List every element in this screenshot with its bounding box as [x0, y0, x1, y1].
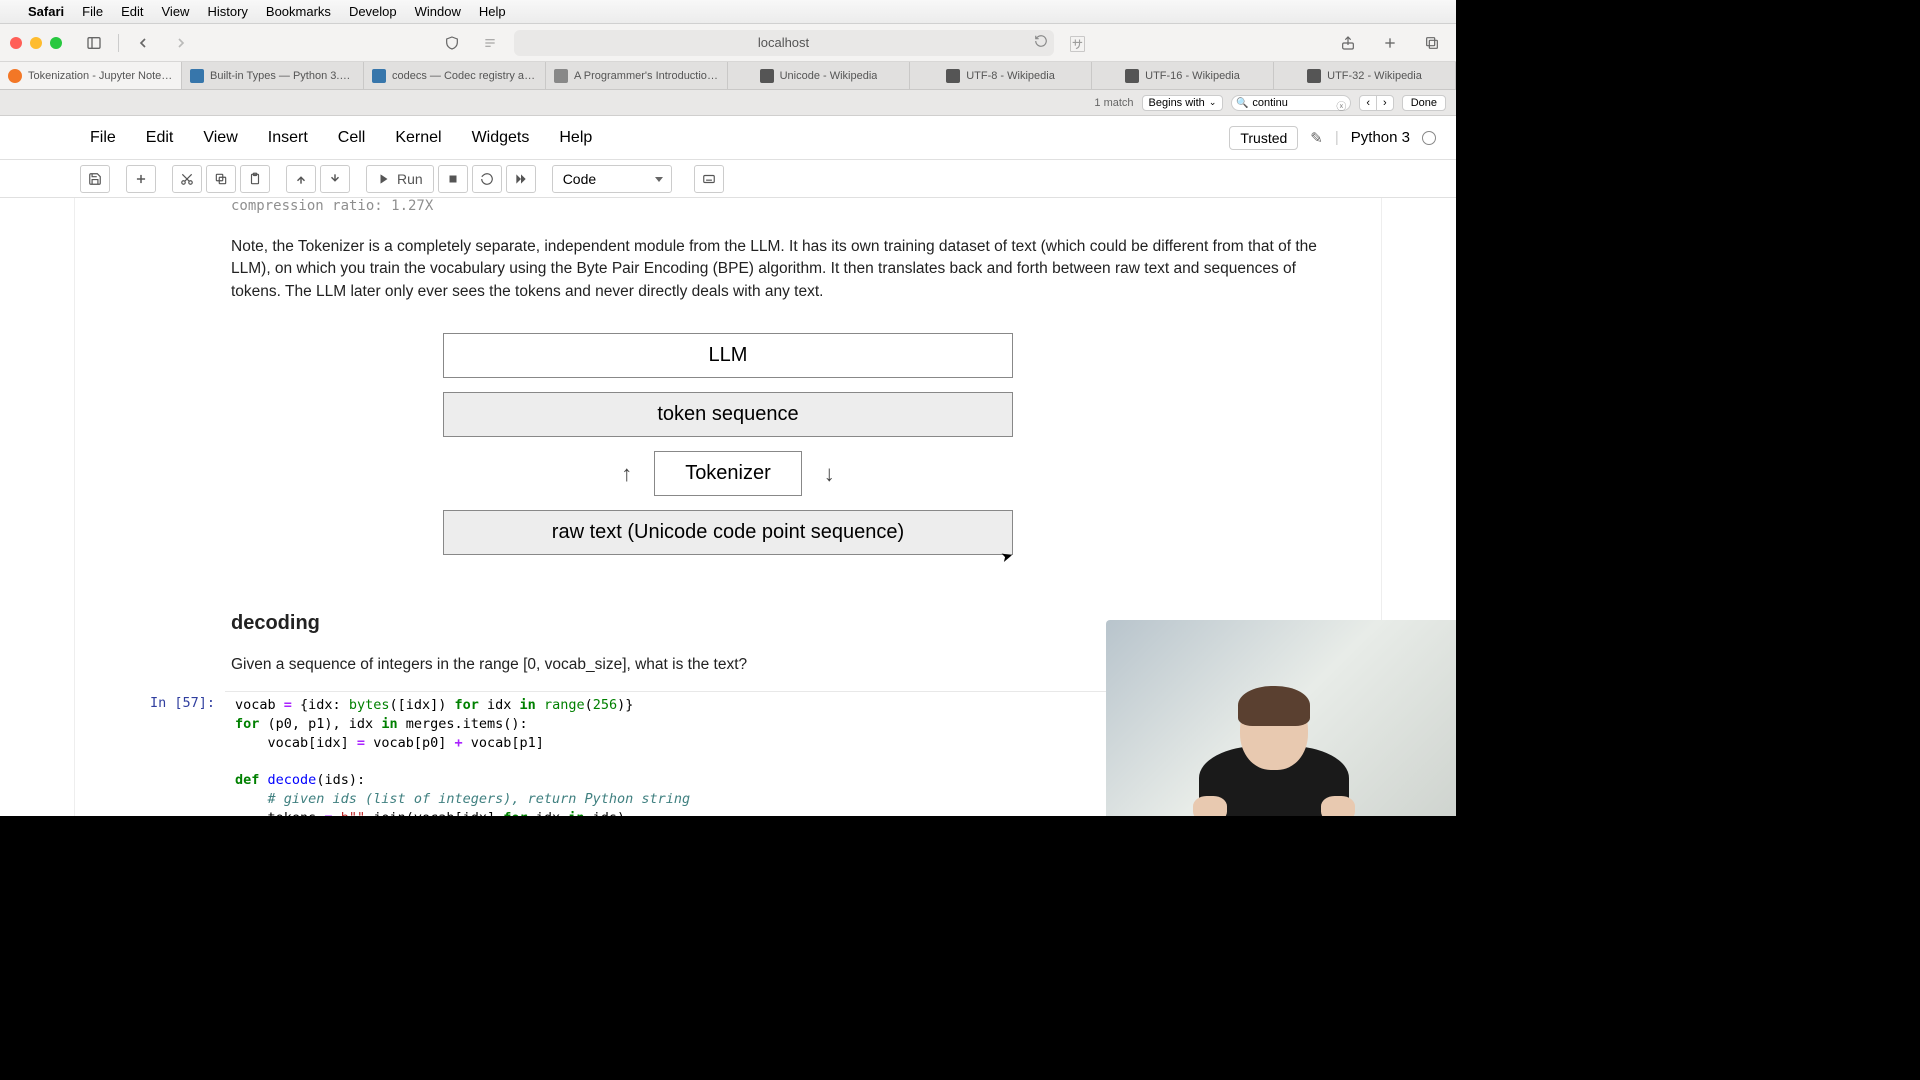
find-nav: ‹ › — [1359, 95, 1393, 111]
diagram-box-raw: raw text (Unicode code point sequence) — [443, 510, 1013, 555]
menu-history[interactable]: History — [207, 4, 247, 19]
arrow-up-icon: ↑ — [621, 461, 632, 487]
browser-tab[interactable]: UTF-8 - Wikipedia — [910, 62, 1092, 89]
input-prompt: In [57]: — [75, 691, 225, 816]
cut-button[interactable] — [172, 165, 202, 193]
favicon-icon — [1125, 69, 1139, 83]
run-button[interactable]: Run — [366, 165, 434, 193]
find-prev-button[interactable]: ‹ — [1360, 96, 1377, 110]
back-button[interactable] — [129, 31, 157, 55]
jupyter-menubar: File Edit View Insert Cell Kernel Widget… — [0, 116, 1456, 160]
move-down-button[interactable] — [320, 165, 350, 193]
jp-menu-help[interactable]: Help — [559, 129, 592, 147]
notebook-page: File Edit View Insert Cell Kernel Widget… — [0, 116, 1456, 816]
markdown-cell: Note, the Tokenizer is a completely sepa… — [75, 218, 1381, 313]
find-bar: 1 match Begins with⌄ 🔍 continu ⓧ ‹ › Don… — [0, 90, 1456, 116]
new-tab-button[interactable] — [1376, 31, 1404, 55]
find-next-button[interactable]: › — [1377, 96, 1393, 110]
chevron-down-icon: ⌄ — [1209, 97, 1217, 108]
favicon-icon — [554, 69, 568, 83]
browser-tab[interactable]: A Programmer's Introduction to... — [546, 62, 728, 89]
jp-menu-kernel[interactable]: Kernel — [395, 129, 441, 147]
favicon-icon — [8, 69, 22, 83]
tab-strip: Tokenization - Jupyter Notebook Built-in… — [0, 62, 1456, 90]
kernel-name[interactable]: Python 3 — [1351, 129, 1410, 146]
safari-toolbar: localhost 🈂︎ — [0, 24, 1456, 62]
interrupt-button[interactable] — [438, 165, 468, 193]
restart-button[interactable] — [472, 165, 502, 193]
jp-menu-edit[interactable]: Edit — [146, 129, 174, 147]
browser-tab[interactable]: UTF-16 - Wikipedia — [1092, 62, 1274, 89]
edit-icon[interactable]: ✎ — [1310, 129, 1323, 147]
forward-button[interactable] — [167, 31, 195, 55]
notebook-content[interactable]: compression ratio: 1.27X Note, the Token… — [0, 198, 1456, 816]
save-button[interactable] — [80, 165, 110, 193]
browser-tab[interactable]: UTF-32 - Wikipedia — [1274, 62, 1456, 89]
browser-tab[interactable]: Unicode - Wikipedia — [728, 62, 910, 89]
favicon-icon — [372, 69, 386, 83]
diagram-box-llm: LLM — [443, 333, 1013, 378]
url-text: localhost — [758, 35, 809, 50]
favicon-icon — [1307, 69, 1321, 83]
move-up-button[interactable] — [286, 165, 316, 193]
share-button[interactable] — [1334, 31, 1362, 55]
close-window-button[interactable] — [10, 37, 22, 49]
fullscreen-window-button[interactable] — [50, 37, 62, 49]
menu-bookmarks[interactable]: Bookmarks — [266, 4, 331, 19]
menu-file[interactable]: File — [82, 4, 103, 19]
search-icon: 🔍 — [1236, 98, 1248, 109]
jp-menu-widgets[interactable]: Widgets — [472, 129, 530, 147]
find-match-count: 1 match — [1094, 97, 1133, 109]
command-palette-button[interactable] — [694, 165, 724, 193]
jp-menu-cell[interactable]: Cell — [338, 129, 366, 147]
arrow-down-icon: ↓ — [824, 461, 835, 487]
favicon-icon — [760, 69, 774, 83]
reload-icon[interactable] — [1034, 34, 1048, 51]
restart-run-all-button[interactable] — [506, 165, 536, 193]
cell-type-select[interactable]: Code — [552, 165, 672, 193]
kernel-status-icon — [1422, 131, 1436, 145]
find-mode-select[interactable]: Begins with⌄ — [1142, 95, 1224, 111]
browser-tab[interactable]: Built-in Types — Python 3.12.2... — [182, 62, 364, 89]
diagram-box-tokens: token sequence — [443, 392, 1013, 437]
favicon-icon — [190, 69, 204, 83]
jp-menu-file[interactable]: File — [90, 129, 116, 147]
window-controls — [10, 37, 62, 49]
tokenizer-diagram: LLM token sequence ↑ Tokenizer ↓ raw tex… — [443, 333, 1013, 555]
find-done-button[interactable]: Done — [1402, 95, 1446, 111]
tab-overview-button[interactable] — [1418, 31, 1446, 55]
browser-tab[interactable]: codecs — Codec registry and b... — [364, 62, 546, 89]
menu-edit[interactable]: Edit — [121, 4, 143, 19]
menu-develop[interactable]: Develop — [349, 4, 397, 19]
find-input[interactable]: 🔍 continu ⓧ — [1231, 95, 1351, 111]
paste-button[interactable] — [240, 165, 270, 193]
menu-help[interactable]: Help — [479, 4, 506, 19]
menu-window[interactable]: Window — [415, 4, 461, 19]
jupyter-toolbar: Run Code — [0, 160, 1456, 198]
add-cell-button[interactable] — [126, 165, 156, 193]
clear-icon[interactable]: ⓧ — [1336, 98, 1346, 113]
reader-button[interactable] — [476, 31, 504, 55]
cell-output-text: compression ratio: 1.27X — [75, 198, 1381, 218]
address-bar[interactable]: localhost — [514, 30, 1054, 56]
app-menu[interactable]: Safari — [28, 4, 64, 19]
copy-button[interactable] — [206, 165, 236, 193]
jp-menu-view[interactable]: View — [203, 129, 237, 147]
jp-menu-insert[interactable]: Insert — [268, 129, 308, 147]
privacy-shield-icon[interactable] — [438, 31, 466, 55]
diagram-box-tokenizer: Tokenizer — [654, 451, 802, 496]
sidebar-toggle-button[interactable] — [80, 31, 108, 55]
menu-view[interactable]: View — [162, 4, 190, 19]
macos-menubar: Safari File Edit View History Bookmarks … — [0, 0, 1456, 24]
browser-tab[interactable]: Tokenization - Jupyter Notebook — [0, 62, 182, 89]
translate-icon[interactable]: 🈂︎ — [1064, 31, 1092, 55]
trusted-indicator[interactable]: Trusted — [1229, 126, 1298, 150]
picture-in-picture-video[interactable] — [1106, 620, 1456, 816]
minimize-window-button[interactable] — [30, 37, 42, 49]
favicon-icon — [946, 69, 960, 83]
